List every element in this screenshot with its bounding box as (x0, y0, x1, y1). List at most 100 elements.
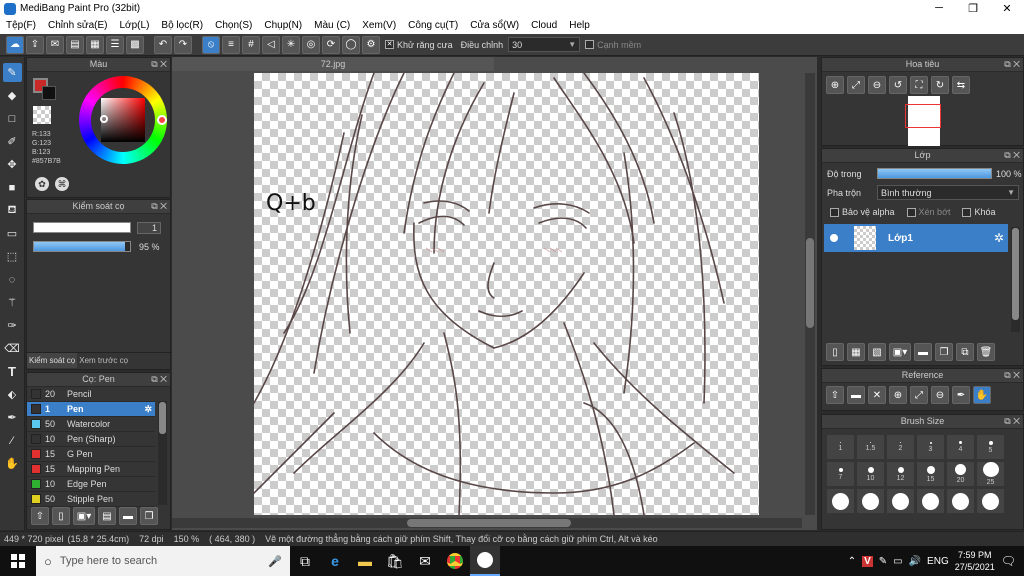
brush-size-cell[interactable]: 10 (857, 462, 884, 486)
antialias-checkbox[interactable]: ✕ (385, 40, 394, 49)
brush-size-cell[interactable] (857, 489, 884, 513)
microphone-icon[interactable]: 🎤 (268, 555, 282, 568)
brush-size-value[interactable]: 1 (137, 222, 161, 234)
mail-icon[interactable]: ✉ (410, 546, 440, 576)
gradient-tool-icon[interactable]: ▭ (3, 224, 22, 243)
brush-size-cell[interactable]: 1 (827, 435, 854, 459)
canvas-vertical-scrollbar[interactable] (805, 73, 815, 515)
dropper-alt-icon[interactable]: ⁄ (3, 431, 22, 450)
antialias-toggle[interactable]: ✕ Khử răng cưa (382, 40, 456, 50)
add-layer-menu-icon[interactable]: ▣▾ (889, 343, 911, 361)
merge-layer-icon[interactable]: ⧉ (956, 343, 974, 361)
eyedropper-icon[interactable]: ✒ (3, 408, 22, 427)
background-swatch[interactable] (42, 86, 56, 100)
brush-menu-icon[interactable]: ▣▾ (73, 507, 95, 525)
soft-edge-toggle[interactable]: Cạnh mềm (582, 40, 644, 50)
protect-alpha-toggle[interactable]: Bảo vệ alpha (827, 207, 898, 217)
brush-size-cell[interactable] (887, 489, 914, 513)
select-rect-icon[interactable]: ⬚ (3, 247, 22, 266)
lasso-tool-icon[interactable]: ◌ (3, 270, 22, 289)
menu-select[interactable]: Chọn(S) (209, 20, 258, 31)
settings-icon[interactable]: ⚙ (362, 35, 380, 54)
delete-layer-icon[interactable]: 🗑 (977, 343, 995, 361)
panel-float-close-icon[interactable]: ⧉ ✕ (1004, 415, 1020, 428)
layer-opacity-slider[interactable] (877, 168, 992, 179)
tray-expand-icon[interactable]: ⌃ (848, 556, 856, 567)
brush-size-cell[interactable] (917, 489, 944, 513)
panel-float-close-icon[interactable]: ⧉ ✕ (151, 373, 167, 386)
panel-float-close-icon[interactable]: ⧉ ✕ (1004, 369, 1020, 382)
cross-snap-icon[interactable]: # (242, 35, 260, 54)
document-icon[interactable]: ▦ (86, 35, 104, 54)
brush-item[interactable]: 50 Watercolor (27, 417, 155, 432)
taskbar-clock[interactable]: 7:59 PM 27/5/2021 (955, 549, 995, 573)
navigator-preview[interactable] (905, 96, 941, 146)
network-tray-icon[interactable]: ▭ (893, 556, 902, 567)
canvas-horizontal-scrollbar[interactable] (172, 518, 802, 528)
zoom-out-icon[interactable]: ⊖ (868, 76, 886, 94)
layer-settings-icon[interactable]: ✲ (994, 231, 1004, 245)
brush-opacity-slider[interactable] (33, 241, 131, 252)
brush-size-cell[interactable]: 12 (887, 462, 914, 486)
task-view-icon[interactable]: ⧉ (290, 546, 320, 576)
soft-edge-checkbox[interactable] (585, 40, 595, 49)
brush-size-cell[interactable]: 25 (977, 462, 1004, 486)
antivirus-tray-icon[interactable]: V (862, 555, 873, 567)
blend-mode-select[interactable]: Bình thường ▼ (877, 185, 1019, 200)
brush-item[interactable]: 20 Pencil (27, 387, 155, 402)
menu-edit[interactable]: Chỉnh sửa(E) (42, 20, 114, 31)
pen-tray-icon[interactable]: ✎ (879, 556, 887, 567)
brush-size-cell[interactable]: 3 (917, 435, 944, 459)
move-tool-icon[interactable]: ✥ (3, 155, 22, 174)
brush-list-scrollbar[interactable] (158, 401, 167, 505)
layer-folder-icon[interactable]: ▬ (914, 343, 932, 361)
taskbar-search-box[interactable]: ○ Type here to search 🎤 (36, 546, 290, 576)
bucket-tool-icon[interactable]: ⛾ (3, 201, 22, 220)
curve-snap-icon[interactable]: ⟳ (322, 35, 340, 54)
brush-item[interactable]: 15 G Pen (27, 447, 155, 462)
tab-brush-preview[interactable]: Xem trước cọ (77, 353, 130, 368)
color-history-icon[interactable]: ⌘ (55, 177, 69, 191)
reference-zoom-out-icon[interactable]: ⊖ (931, 386, 949, 404)
brush-item[interactable]: 10 Pen (Sharp) (27, 432, 155, 447)
brush-copy-icon[interactable]: ❐ (140, 507, 158, 525)
menu-color[interactable]: Màu (C) (308, 20, 356, 31)
reference-folder-icon[interactable]: ▬ (847, 386, 865, 404)
flip-icon[interactable]: ⇆ (952, 76, 970, 94)
color-wheel[interactable] (79, 76, 167, 164)
brush-item-selected[interactable]: 1 Pen ✲ (27, 402, 155, 417)
saturation-picker[interactable] (100, 115, 108, 123)
transparent-swatch[interactable] (33, 106, 51, 124)
grid-icon[interactable]: ▩ (126, 35, 144, 54)
layer-visibility-icon[interactable] (830, 234, 838, 242)
text-tool-icon[interactable]: T (3, 362, 22, 381)
file-explorer-icon[interactable]: ▬ (350, 546, 380, 576)
brush-size-cell[interactable]: 4 (947, 435, 974, 459)
new-8bit-layer-icon[interactable]: ▧ (868, 343, 886, 361)
vanishing-point-icon[interactable]: ◁ (262, 35, 280, 54)
ellipse-snap-icon[interactable]: ◯ (342, 35, 360, 54)
reference-hand-icon[interactable]: ✋ (973, 386, 991, 404)
tab-brush-control[interactable]: Kiểm soát cọ (27, 353, 78, 368)
brush-size-cell[interactable]: 20 (947, 462, 974, 486)
menu-tools[interactable]: Công cụ(T) (402, 20, 464, 31)
parallel-snap-icon[interactable]: ≡ (222, 35, 240, 54)
chat-icon[interactable]: ▤ (66, 35, 84, 54)
brush-size-slider[interactable] (33, 222, 131, 233)
menu-view[interactable]: Xem(V) (356, 20, 402, 31)
fill-rect-icon[interactable]: ■ (3, 178, 22, 197)
brush-size-cell[interactable]: 1.5 (857, 435, 884, 459)
medibang-taskbar-icon[interactable] (470, 546, 500, 576)
cloud-icon[interactable]: ☁ (6, 35, 24, 54)
reference-upload-icon[interactable]: ⇧ (826, 386, 844, 404)
maximize-button[interactable]: ❐ (956, 2, 990, 15)
lock-toggle[interactable]: Khóa (959, 207, 998, 217)
brush-settings-icon[interactable]: ✲ (144, 404, 152, 415)
menu-help[interactable]: Help (563, 20, 596, 31)
select-eraser-icon[interactable]: ⌫ (3, 339, 22, 358)
reference-eyedropper-icon[interactable]: ✒ (952, 386, 970, 404)
snap-off-icon[interactable]: ⦸ (202, 35, 220, 54)
reset-icon[interactable]: ⛶ (910, 76, 928, 94)
clipping-toggle[interactable]: Xén bớt (904, 207, 954, 217)
rotate-left-icon[interactable]: ↺ (889, 76, 907, 94)
